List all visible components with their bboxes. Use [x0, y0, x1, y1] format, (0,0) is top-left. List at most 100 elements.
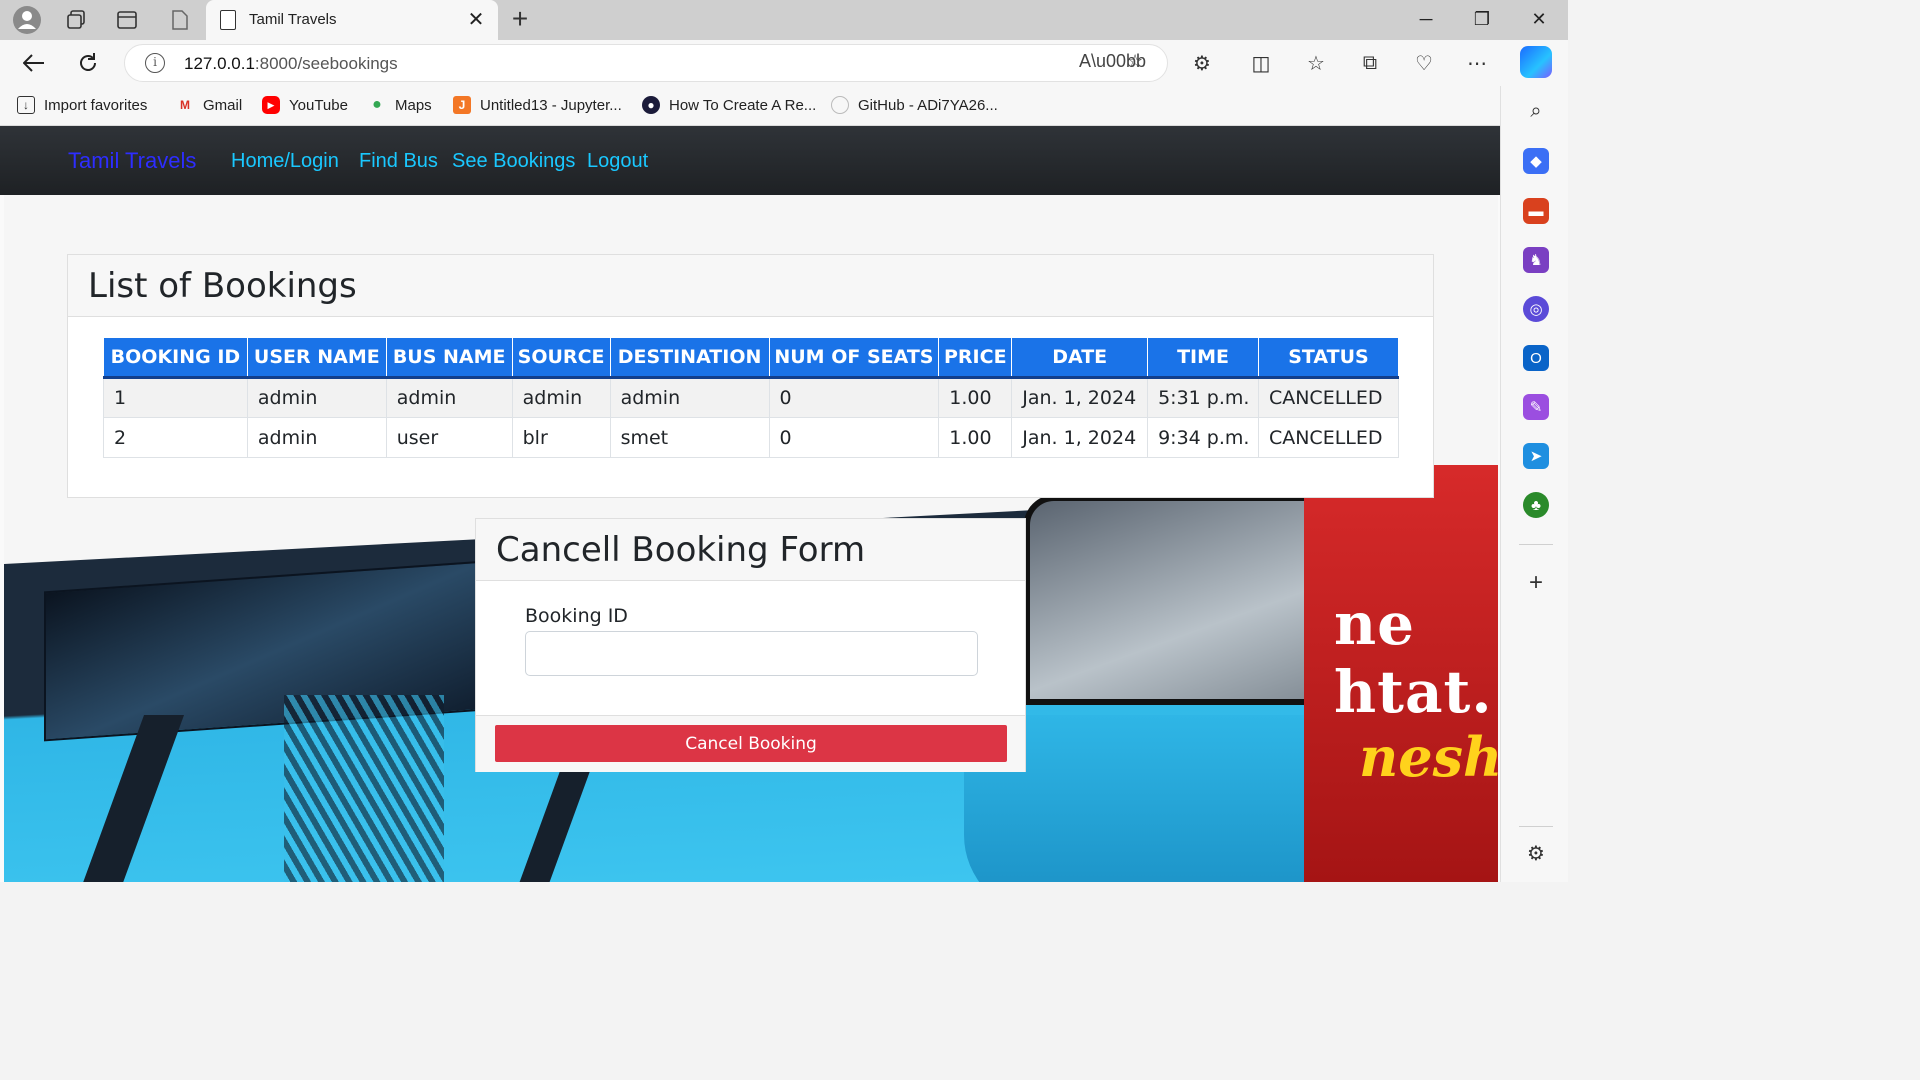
table-row: 1 admin admin admin admin 0 1.00 Jan. 1,…	[103, 377, 1400, 418]
import-icon: ↓	[17, 96, 35, 114]
table-cell: user	[385, 417, 513, 458]
bookmark-import-favorites[interactable]: ↓ Import favorites	[17, 94, 147, 116]
bookings-card: List of Bookings BOOKING ID USER NAME BU…	[67, 254, 1434, 498]
copilot-icon[interactable]	[1520, 46, 1552, 78]
active-tab[interactable]: Tamil Travels ✕	[206, 0, 498, 40]
tab-actions-icon[interactable]	[111, 4, 143, 36]
bookings-table: BOOKING ID USER NAME BUS NAME SOURCE DES…	[103, 337, 1400, 458]
background-sign-text-2: nesh	[1359, 725, 1498, 789]
nav-home-login[interactable]: Home/Login	[231, 150, 339, 173]
column-header: SOURCE	[511, 337, 611, 379]
sidebar-add-icon[interactable]: +	[1523, 569, 1549, 596]
sidebar-divider	[1519, 544, 1553, 545]
jupyter-icon: J	[453, 96, 471, 114]
browser-tab-bar: Tamil Travels ✕ + ─ ❐ ✕	[0, 0, 1568, 40]
site-globe-icon: ●	[642, 96, 660, 114]
page-icon[interactable]	[164, 4, 196, 36]
bookings-title: List of Bookings	[88, 266, 357, 306]
minimize-icon[interactable]: ─	[1406, 4, 1446, 34]
site-brand[interactable]: Tamil Travels	[68, 148, 196, 174]
cancel-booking-button[interactable]: Cancel Booking	[495, 725, 1007, 762]
bookmark-how-to-create[interactable]: ● How To Create A Re...	[642, 94, 816, 116]
bookmark-youtube[interactable]: ▶ YouTube	[262, 94, 348, 116]
split-screen-icon[interactable]: ◫	[1245, 47, 1277, 79]
bookmark-gmail[interactable]: M Gmail	[176, 94, 242, 116]
bookmark-maps[interactable]: ● Maps	[368, 94, 432, 116]
sidebar-games-icon[interactable]: ♞	[1523, 247, 1549, 273]
booking-id-input[interactable]	[525, 631, 978, 676]
more-menu-icon[interactable]: ⋯	[1461, 47, 1493, 79]
table-header-row: BOOKING ID USER NAME BUS NAME SOURCE DES…	[103, 337, 1400, 379]
page-favicon-icon	[220, 10, 236, 30]
cancel-booking-card: Cancell Booking Form Booking ID Cancel B…	[475, 518, 1026, 772]
favorite-star-icon[interactable]: ☆	[1127, 51, 1143, 72]
table-cell: 5:31 p.m.	[1147, 377, 1259, 418]
web-page: Tamil Travels Home/Login Find Bus See Bo…	[0, 126, 1500, 882]
cancel-form-header: Cancell Booking Form	[476, 519, 1025, 581]
nav-logout[interactable]: Logout	[587, 150, 648, 173]
table-cell: 0	[768, 377, 940, 418]
sidebar-tree-icon[interactable]: ♣	[1523, 492, 1549, 518]
table-cell: CANCELLED	[1257, 417, 1400, 458]
table-cell: admin	[246, 377, 387, 418]
nav-find-bus[interactable]: Find Bus	[359, 150, 438, 173]
close-window-icon[interactable]: ✕	[1519, 4, 1559, 34]
table-cell: 9:34 p.m.	[1147, 417, 1259, 458]
favorites-icon[interactable]: ☆	[1300, 47, 1332, 79]
table-cell: admin	[609, 377, 770, 418]
address-bar[interactable]: i 127.0.0.1:8000/seebookings A\u00bb ☆	[124, 44, 1168, 82]
column-header: PRICE	[938, 337, 1013, 379]
cancel-form-title: Cancell Booking Form	[496, 530, 866, 570]
sidebar-shopping-icon[interactable]: ◆	[1523, 148, 1549, 174]
github-icon	[831, 96, 849, 114]
profile-icon[interactable]	[11, 4, 43, 36]
table-cell: admin	[385, 377, 513, 418]
sidebar-search-icon[interactable]: ⌕	[1523, 98, 1549, 124]
tab-title: Tamil Travels	[249, 11, 337, 28]
nav-see-bookings[interactable]: See Bookings	[452, 150, 575, 173]
table-cell: 1	[103, 377, 248, 418]
column-header: USER NAME	[246, 337, 387, 379]
sidebar-divider-bottom	[1519, 826, 1553, 827]
bookmarks-bar: ↓ Import favorites M Gmail ▶ YouTube ● Maps …	[0, 86, 1500, 126]
gmail-icon: M	[180, 98, 190, 112]
table-cell: CANCELLED	[1257, 377, 1400, 418]
bookings-card-header: List of Bookings	[68, 255, 1433, 317]
column-header: NUM OF SEATS	[768, 337, 940, 379]
sidebar-outlook-icon[interactable]: O	[1523, 345, 1549, 371]
browser-essentials-icon[interactable]: ♡	[1408, 47, 1440, 79]
maps-pin-icon: ●	[372, 96, 382, 113]
column-header: TIME	[1147, 337, 1259, 379]
table-cell: 1.00	[938, 377, 1013, 418]
back-icon[interactable]	[18, 47, 50, 79]
background-sign-text: ne htat.	[1334, 590, 1493, 726]
close-tab-icon[interactable]: ✕	[464, 7, 488, 32]
column-header: BUS NAME	[385, 337, 513, 379]
column-header: STATUS	[1257, 337, 1400, 379]
sidebar-copilot-app-icon[interactable]: ◎	[1523, 296, 1549, 322]
table-cell: smet	[609, 417, 770, 458]
sidebar-settings-icon[interactable]: ⚙	[1523, 840, 1549, 866]
table-cell: 1.00	[938, 417, 1013, 458]
table-cell: blr	[511, 417, 611, 458]
browser-toolbar: i 127.0.0.1:8000/seebookings A\u00bb ☆ ⚙…	[0, 40, 1568, 86]
sidebar-send-icon[interactable]: ➤	[1523, 443, 1549, 469]
site-info-icon[interactable]: i	[145, 53, 165, 73]
sidebar-designer-icon[interactable]: ✎	[1523, 394, 1549, 420]
booking-id-label: Booking ID	[525, 605, 628, 627]
collections-icon[interactable]: ⧉	[1354, 47, 1386, 79]
workspaces-icon[interactable]	[60, 4, 92, 36]
table-cell: admin	[511, 377, 611, 418]
url-text: 127.0.0.1:8000/seebookings	[184, 54, 398, 73]
bookmark-jupyter[interactable]: J Untitled13 - Jupyter...	[453, 94, 622, 116]
new-tab-icon[interactable]: +	[506, 3, 534, 35]
sidebar-tools-icon[interactable]: ▬	[1523, 198, 1549, 224]
column-header: DESTINATION	[609, 337, 770, 379]
column-header: BOOKING ID	[103, 337, 248, 379]
table-cell: 0	[768, 417, 940, 458]
bookmark-github[interactable]: GitHub - ADi7YA26...	[831, 94, 998, 116]
table-row: 2 admin user blr smet 0 1.00 Jan. 1, 202…	[103, 417, 1400, 458]
refresh-icon[interactable]	[72, 47, 104, 79]
extensions-icon[interactable]: ⚙	[1186, 47, 1218, 79]
restore-icon[interactable]: ❐	[1462, 4, 1502, 34]
